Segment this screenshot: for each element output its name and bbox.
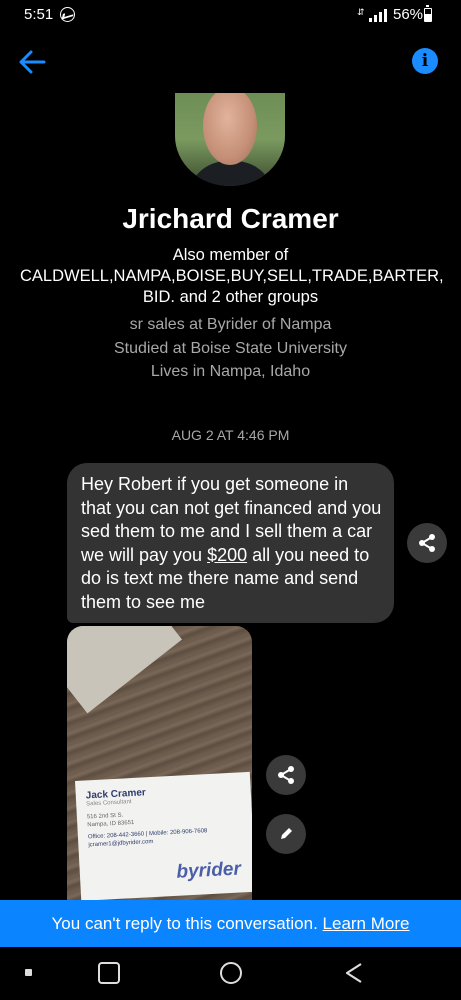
share-message-button[interactable] xyxy=(407,523,447,563)
overview-button[interactable] xyxy=(98,962,120,984)
byrider-logo: byrider xyxy=(175,858,242,883)
pencil-icon xyxy=(281,828,292,839)
business-card: Jack Cramer Sales Consultant 516 2nd St … xyxy=(75,771,252,900)
signal-icon: ⇵ xyxy=(357,8,391,22)
status-time: 5:51 xyxy=(24,6,54,23)
messenger-notification-icon xyxy=(60,7,75,22)
detail-city: Lives in Nampa, Idaho xyxy=(150,363,311,380)
message-bubble[interactable]: Hey Robert if you get someone in that yo… xyxy=(67,463,394,623)
detail-school: Studied at Boise State University xyxy=(113,339,347,357)
back-triangle-icon[interactable] xyxy=(342,961,366,985)
system-nav-bar xyxy=(0,947,461,1000)
banner-text: You can't reply to this conversation. xyxy=(51,914,323,933)
membership-groups: CALDWELL,NAMPA,BOISE,BUY,SELL,TRADE,BART… xyxy=(20,267,444,285)
back-button[interactable] xyxy=(16,46,48,78)
membership-more: BID. and 2 other groups xyxy=(142,288,319,306)
battery-icon xyxy=(424,5,432,22)
group-membership: Also member of CALDWELL,NAMPA,BOISE,BUY,… xyxy=(20,245,444,308)
recents-icon[interactable] xyxy=(25,969,32,976)
edit-photo-button[interactable] xyxy=(266,814,306,854)
status-bar: 5:51 ⇵ 56% xyxy=(0,0,461,32)
photo-attachment[interactable]: Jack Cramer Sales Consultant 516 2nd St … xyxy=(67,626,252,900)
detail-job: sr sales at Byrider of Nampa xyxy=(129,316,332,333)
home-icon[interactable] xyxy=(220,962,242,984)
battery-percent: 56% xyxy=(393,6,424,23)
message-link[interactable]: $200 xyxy=(207,545,247,565)
arrow-left-icon xyxy=(19,50,46,74)
profile-details: sr sales at Byrider of Nampa Studied at … xyxy=(0,313,461,384)
message-timestamp: AUG 2 AT 4:46 PM xyxy=(171,427,290,443)
membership-line: Also member of xyxy=(172,246,289,264)
cannot-reply-banner: You can't reply to this conversation. Le… xyxy=(0,900,461,947)
profile-name: Jrichard Cramer xyxy=(122,203,339,234)
share-icon xyxy=(278,766,294,784)
share-photo-button[interactable] xyxy=(266,755,306,795)
learn-more-link[interactable]: Learn More xyxy=(323,914,410,933)
info-icon: i xyxy=(421,51,429,71)
info-button[interactable]: i xyxy=(412,48,438,74)
avatar[interactable] xyxy=(175,93,285,186)
share-icon xyxy=(419,534,435,552)
